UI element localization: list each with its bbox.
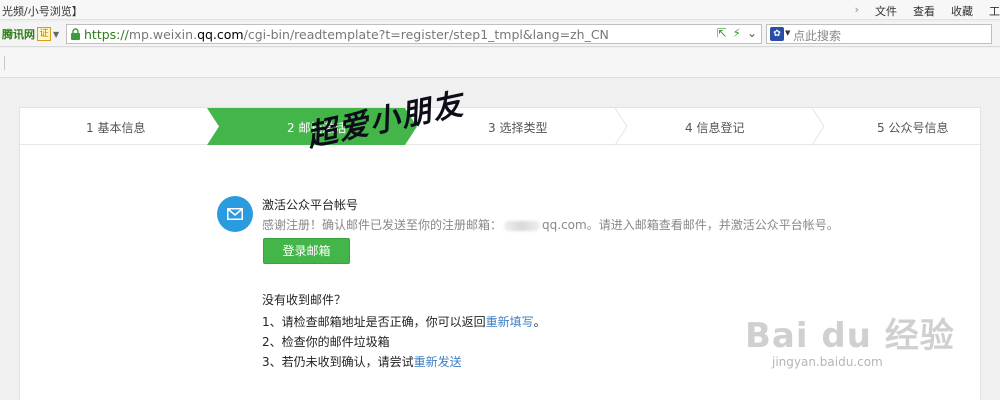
- chevron-right-icon[interactable]: ›: [855, 3, 859, 19]
- menu-view[interactable]: 查看: [913, 3, 935, 19]
- dropdown-arrow-icon: ▼: [53, 29, 60, 39]
- browser-title-bar: 光频/小号浏览】 › 文件 查看 收藏 工: [0, 0, 1000, 20]
- lightning-icon[interactable]: ⚡: [733, 26, 741, 40]
- address-bar: 腾讯网 证 ▼ https://mp.weixin.qq.com/cgi-bin…: [0, 22, 1000, 47]
- site-identity[interactable]: 腾讯网 证 ▼: [2, 25, 59, 43]
- step-choose-type: 3 选择类型: [488, 121, 548, 135]
- refill-link[interactable]: 重新填写: [486, 315, 534, 329]
- step-basic-info: 1 基本信息: [86, 121, 146, 135]
- search-placeholder: 点此搜索: [793, 29, 842, 43]
- step-account-info: 5 公众号信息: [877, 121, 949, 135]
- activation-description: 感谢注册！确认邮件已发送至你的注册邮箱： qq.com。请进入邮箱查看邮件，并激活…: [262, 218, 839, 232]
- resend-link[interactable]: 重新发送: [414, 355, 462, 369]
- baidu-jingyan-watermark: Bai du 经验: [745, 316, 955, 356]
- site-name: 腾讯网: [2, 28, 35, 41]
- blurred-email: [504, 220, 541, 231]
- help-tip-1: 1、请检查邮箱地址是否正确，你可以返回重新填写。: [262, 315, 546, 329]
- mail-icon: [217, 196, 253, 232]
- window-title: 光频/小号浏览】: [2, 5, 83, 18]
- no-email-title: 没有收到邮件？: [262, 293, 347, 307]
- url-text: https://mp.weixin.qq.com/cgi-bin/readtem…: [84, 27, 609, 42]
- chevron-down-icon[interactable]: ⌄: [747, 26, 757, 40]
- menu-file[interactable]: 文件: [875, 3, 897, 19]
- baidu-paw-icon[interactable]: ✿: [770, 27, 784, 41]
- bookmark-bar: [0, 48, 1000, 78]
- watermark-url: jingyan.baidu.com: [772, 355, 883, 369]
- step-info-register: 4 信息登记: [685, 121, 745, 135]
- step-divider: [811, 108, 825, 145]
- toolbar-separator: [4, 56, 5, 70]
- browser-menu: › 文件 查看 收藏 工: [855, 3, 1000, 19]
- url-actions: ⇱ ⚡ ⌄: [716, 26, 757, 40]
- help-tip-3: 3、若仍未收到确认，请尝试重新发送: [262, 355, 462, 369]
- url-input[interactable]: https://mp.weixin.qq.com/cgi-bin/readtem…: [66, 24, 762, 44]
- activation-title: 激活公众平台帐号: [262, 198, 359, 212]
- search-input[interactable]: ✿ ▼ 点此搜索: [766, 24, 992, 44]
- lock-icon: [71, 28, 80, 40]
- menu-tools[interactable]: 工: [989, 3, 1000, 19]
- step-divider: [614, 108, 628, 145]
- menu-favorites[interactable]: 收藏: [951, 3, 973, 19]
- certificate-icon: 证: [37, 27, 51, 41]
- step-progress: 1 基本信息 2 邮箱激活 3 选择类型 4 信息登记 5 公众号信息: [20, 108, 980, 145]
- search-engine-dropdown-icon[interactable]: ▼: [785, 29, 790, 37]
- help-tip-2: 2、检查你的邮件垃圾箱: [262, 335, 390, 349]
- share-icon[interactable]: ⇱: [716, 26, 726, 40]
- login-email-button[interactable]: 登录邮箱: [263, 238, 350, 264]
